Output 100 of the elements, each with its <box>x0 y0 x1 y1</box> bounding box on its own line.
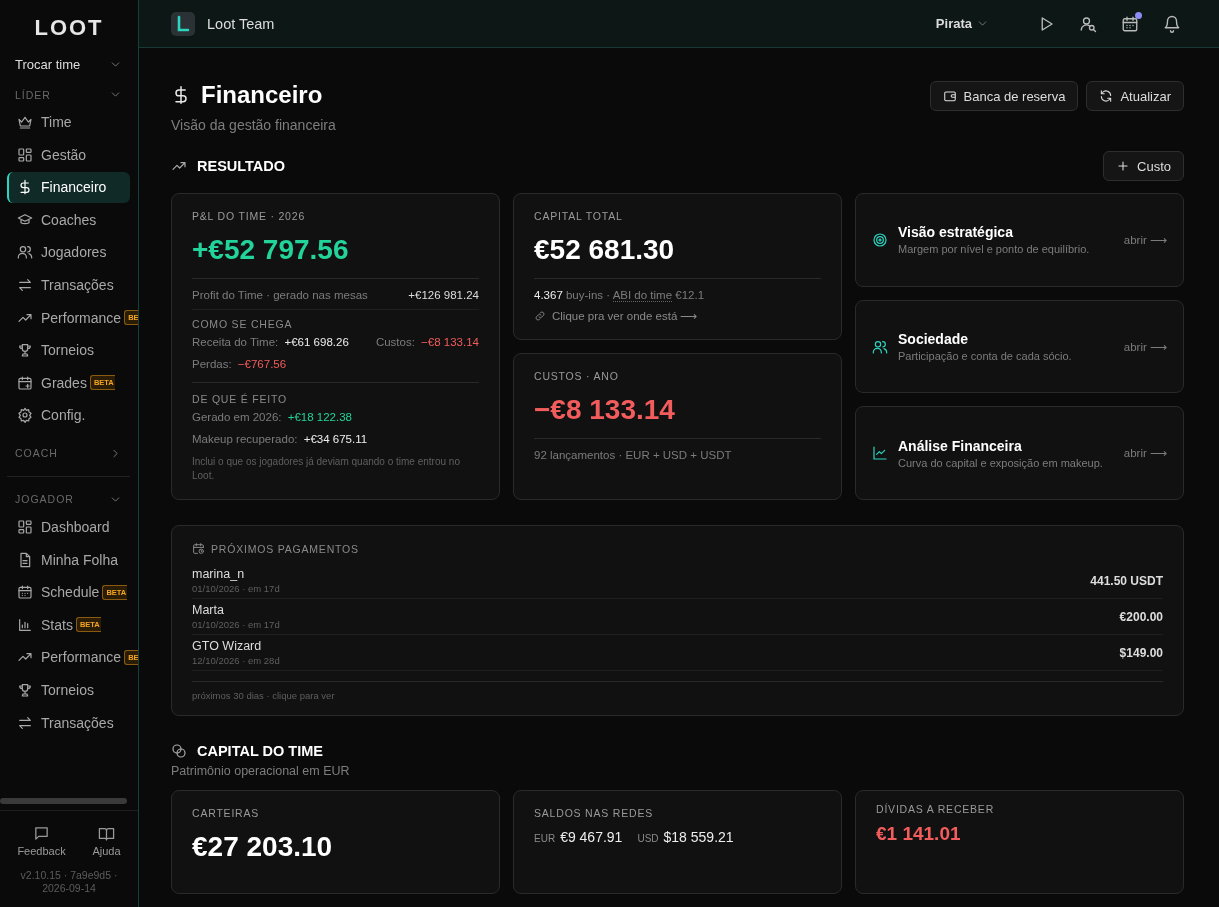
trophy-icon <box>17 342 33 359</box>
payment-row[interactable]: Marta 01/10/2026 · em 17d €200.00 <box>192 599 1163 635</box>
nav-label: Minha Folha <box>41 551 119 568</box>
payee-name: Marta <box>192 603 225 617</box>
section-title: RESULTADO <box>197 158 286 174</box>
nav-item[interactable]: Torneios <box>7 334 130 366</box>
metric-value: +€61 698.26 <box>284 336 349 348</box>
nav-item[interactable]: Time <box>7 106 130 138</box>
section-title: CAPITAL DO TIME <box>197 743 323 759</box>
nav-label: Time <box>41 114 72 131</box>
footer-link[interactable]: Ajuda <box>92 824 121 857</box>
currency-label: USD <box>637 833 659 844</box>
document-icon <box>17 551 33 568</box>
arrows-icon <box>17 277 33 294</box>
team-switcher[interactable]: Trocar time <box>15 57 122 72</box>
shortcut-title: Visão estratégica <box>898 224 1014 241</box>
shortcut-title: Análise Financeira <box>898 437 1023 454</box>
nav-item[interactable]: Transações <box>7 707 130 739</box>
shortcut-title: Sociedade <box>898 331 970 347</box>
nav-label: Config. <box>41 407 86 424</box>
metric-label: Custos: <box>375 336 415 348</box>
metric-value: −€8 133.14 <box>421 336 479 348</box>
nav-label: Transações <box>41 714 114 731</box>
metric-label: Gerado em 2026: <box>192 411 282 423</box>
shortcut-description: Curva do capital e exposição em makeup. <box>898 456 1104 469</box>
bell-icon <box>1163 14 1181 33</box>
nav-label: Torneios <box>41 342 94 359</box>
user-menu[interactable]: Pirata <box>935 16 989 31</box>
reserve-button[interactable]: Banca de reserva <box>929 81 1079 111</box>
nav-label: Dashboard <box>41 519 110 536</box>
arrows-icon <box>17 714 33 731</box>
group-title: DE QUE É FEITO <box>192 393 289 405</box>
coins-icon <box>171 743 187 759</box>
shortcut-description: Participação e conta de cada sócio. <box>898 350 1073 362</box>
card-label: P&L DO TIME · 2026 <box>192 210 307 222</box>
receivables-value: €1 141.01 <box>876 823 962 845</box>
nav-item[interactable]: Jogadores <box>7 236 130 268</box>
payee-name: GTO Wizard <box>192 639 263 653</box>
due-date: 01/10/2026 · em 17d <box>192 619 280 630</box>
target-icon <box>872 231 888 248</box>
nav-item[interactable]: Torneios <box>7 674 130 706</box>
footer-link[interactable]: Feedback <box>17 824 66 857</box>
metric-label: Makeup recuperado: <box>192 433 298 445</box>
nav-item[interactable]: Transações <box>7 269 130 301</box>
pl-value: +€52 797.56 <box>192 234 350 266</box>
group-title: COMO SE CHEGA <box>192 318 294 330</box>
payment-amount: €200.00 <box>1119 609 1163 624</box>
section-header[interactable]: JOGADOR <box>15 492 122 506</box>
metric-value: +€18 122.38 <box>287 411 352 423</box>
metric-value: −€767.56 <box>237 358 287 370</box>
shortcut-card[interactable]: Visão estratégica Margem por nível e ponto de equilíbrio. abrir ⟶ <box>855 193 1184 287</box>
section-header[interactable]: COACH <box>15 446 122 460</box>
card-label: CARTEIRAS <box>192 807 261 819</box>
shortcut-card[interactable]: Sociedade Participação e conta de cada sócio. abrir ⟶ <box>855 299 1184 394</box>
card-label: DÍVIDAS A RECEBER <box>876 803 996 815</box>
nav-item[interactable]: Financeiro <box>7 171 130 203</box>
shortcut-card[interactable]: Análise Financeira Curva do capital e exposição em makeup. abrir ⟶ <box>855 406 1184 500</box>
card-label: CUSTOS · ANO <box>534 370 620 382</box>
due-date: 12/10/2026 · em 28d <box>192 655 280 666</box>
nav-item[interactable]: Minha Folha <box>7 544 130 576</box>
users-icon <box>872 338 888 355</box>
refresh-button[interactable]: Atualizar <box>1086 81 1184 111</box>
payments-title: PRÓXIMOS PAGAMENTOS <box>211 542 359 555</box>
card-label: SALDOS NAS REDES <box>534 807 654 819</box>
section-subtitle: Patrimônio operacional em EUR <box>171 764 351 778</box>
nav-item[interactable]: Coaches <box>7 204 130 236</box>
scrollbar[interactable] <box>0 797 127 804</box>
capital-value: €52 681.30 <box>534 234 676 266</box>
open-link[interactable]: abrir ⟶ <box>1123 232 1167 247</box>
page-title: Financeiro <box>201 81 323 109</box>
user-search-button[interactable] <box>1079 14 1097 33</box>
open-link[interactable]: abrir ⟶ <box>1123 446 1167 461</box>
card-label: CAPITAL TOTAL <box>534 210 624 222</box>
nav-item[interactable]: Dashboard <box>7 511 130 543</box>
costs-value: −€8 133.14 <box>534 394 676 426</box>
due-date: 01/10/2026 · em 17d <box>192 583 280 594</box>
section-header[interactable]: LÍDER <box>15 88 122 101</box>
payment-row[interactable]: GTO Wizard 12/10/2026 · em 28d $149.00 <box>192 635 1163 671</box>
nav-item[interactable]: Config. <box>7 399 130 431</box>
profit-label: Profit do Time · gerado nas mesas <box>192 289 368 301</box>
nav-item[interactable]: Gestão <box>7 139 130 171</box>
where-link[interactable]: Clique pra ver onde está ⟶ <box>534 309 821 323</box>
plus-icon <box>1116 159 1131 173</box>
nav-label: Jogadores <box>41 244 107 261</box>
add-cost-button[interactable]: Custo <box>1103 151 1184 181</box>
metric-value: +€34 675.11 <box>303 433 368 445</box>
note-text: Inclui o que os jogadores já deviam quando o time entrou no Loot. <box>192 455 461 483</box>
metric-label: Receita do Time: <box>192 336 279 348</box>
refresh-icon <box>1099 89 1114 103</box>
open-link[interactable]: abrir ⟶ <box>1123 339 1167 354</box>
user-search-icon <box>1079 14 1097 33</box>
calendar-button[interactable] <box>1121 14 1139 33</box>
payment-row[interactable]: marina_n 01/10/2026 · em 17d 441.50 USDT <box>192 563 1163 599</box>
nav-label: Schedule <box>41 584 100 601</box>
team-logo-icon <box>171 11 195 36</box>
abi-link[interactable]: ABI do time <box>612 289 673 302</box>
nav-label: Torneios <box>41 682 94 698</box>
nav-label: Performance <box>41 309 122 326</box>
notifications-button[interactable] <box>1163 14 1181 33</box>
grid-icon <box>17 146 33 163</box>
